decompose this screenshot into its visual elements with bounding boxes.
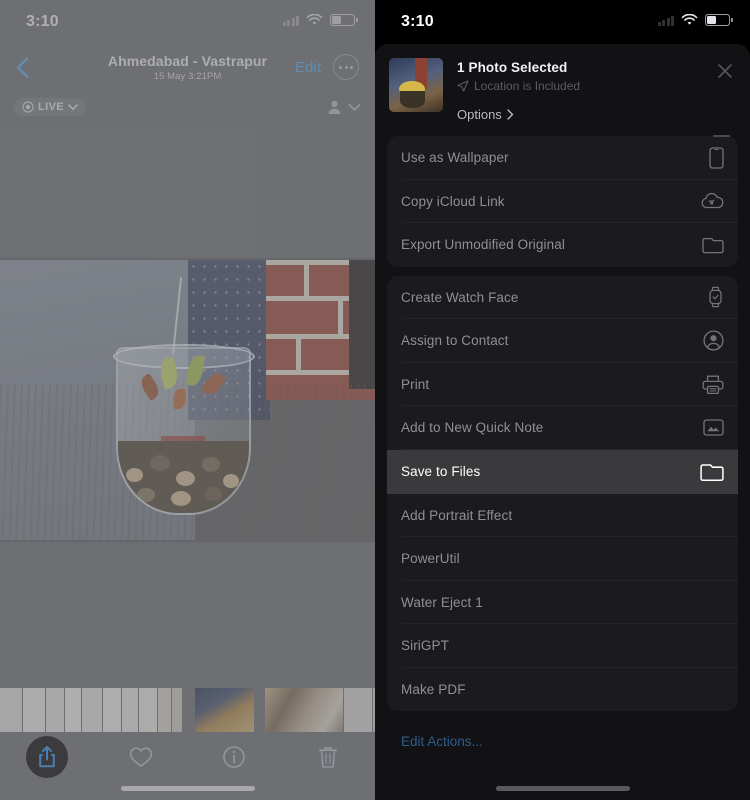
status-bar-time: 3:10 (401, 13, 434, 30)
share-sheet-title: 1 Photo Selected (457, 60, 568, 75)
menu-item-use-as-wallpaper[interactable]: Use as Wallpaper (387, 136, 738, 180)
favorite-button[interactable] (94, 745, 188, 769)
folder-icon (702, 236, 724, 254)
live-label: LIVE (38, 101, 65, 113)
live-photo-bar: LIVE (0, 90, 375, 124)
left-status-bar: 3:10 (0, 0, 375, 44)
dual-screenshot-container: 3:10 Ahmedabad - Vastrapur 15 May 3:21PM… (0, 0, 750, 800)
menu-item-label: Water Eject 1 (401, 594, 483, 610)
battery-icon (705, 14, 733, 26)
trash-icon (319, 746, 338, 768)
icloud-link-icon (700, 192, 724, 210)
menu-item-save-to-files[interactable]: Save to Files (387, 449, 738, 494)
filmstrip-photo-thumb[interactable] (195, 688, 254, 732)
chevron-right-icon (507, 109, 514, 120)
share-icon (39, 746, 55, 768)
edit-button[interactable]: Edit (295, 59, 321, 76)
info-circle-icon (223, 746, 246, 768)
options-label: Options (457, 107, 502, 122)
menu-item-sirigpt[interactable]: SiriGPT (387, 624, 738, 668)
signal-dots-icon (657, 15, 674, 26)
photos-nav-bar: Ahmedabad - Vastrapur 15 May 3:21PM Edit (0, 44, 375, 90)
menu-item-assign-to-contact[interactable]: Assign to Contact (387, 319, 738, 363)
info-button[interactable] (188, 745, 282, 769)
delete-button[interactable] (281, 745, 375, 770)
location-arrow-icon (457, 80, 469, 92)
back-button[interactable] (16, 56, 29, 78)
battery-icon (330, 14, 358, 26)
close-x-icon[interactable] (715, 61, 735, 81)
share-sheet-header: 1 Photo Selected Location is Included Op… (375, 44, 750, 137)
menu-item-label: Make PDF (401, 681, 466, 697)
menu-item-label: Use as Wallpaper (401, 150, 509, 166)
share-button[interactable] (0, 736, 94, 778)
ellipsis-circle-icon[interactable] (333, 54, 359, 80)
live-photo-icon (22, 101, 34, 113)
apple-watch-icon (707, 286, 724, 308)
quick-note-icon (703, 419, 724, 436)
menu-item-label: Save to Files (401, 464, 481, 479)
home-indicator (495, 786, 630, 791)
menu-item-powerutil[interactable]: PowerUtil (387, 537, 738, 581)
iphone-icon (709, 147, 724, 169)
signal-dots-icon (282, 15, 299, 26)
menu-item-label: PowerUtil (401, 551, 460, 567)
action-group-1: Use as Wallpaper Copy iCloud Link Export… (387, 136, 738, 267)
menu-item-copy-icloud-link[interactable]: Copy iCloud Link (387, 180, 738, 223)
action-group-2: Create Watch Face Assign to Contact Prin… (387, 275, 738, 712)
menu-item-water-eject-1[interactable]: Water Eject 1 (387, 581, 738, 624)
left-screen-photos-app: 3:10 Ahmedabad - Vastrapur 15 May 3:21PM… (0, 0, 375, 800)
chevron-down-icon[interactable] (348, 103, 361, 112)
menu-item-label: Copy iCloud Link (401, 193, 505, 209)
photo-filmstrip[interactable] (0, 688, 375, 732)
live-photo-toggle[interactable]: LIVE (14, 98, 87, 116)
menu-item-label: Assign to Contact (401, 333, 509, 349)
menu-item-label: Print (401, 376, 430, 392)
menu-item-label: Create Watch Face (401, 289, 519, 305)
share-sheet-panel: 1 Photo Selected Location is Included Op… (375, 44, 750, 800)
photo-viewer[interactable] (0, 258, 375, 542)
selected-photo-thumbnail[interactable] (389, 58, 443, 112)
photo-toolbar (0, 732, 375, 782)
wifi-icon (681, 14, 698, 26)
folder-icon (700, 462, 724, 482)
menu-item-label: SiriGPT (401, 638, 449, 654)
menu-item-label: Add to New Quick Note (401, 420, 544, 436)
menu-item-export-unmodified-original[interactable]: Export Unmodified Original (387, 223, 738, 267)
succulent-in-glass-jar-photo (0, 260, 375, 540)
contact-person-icon (703, 330, 724, 351)
home-indicator (120, 786, 255, 791)
menu-item-label: Export Unmodified Original (401, 237, 565, 253)
options-button[interactable]: Options (457, 107, 580, 122)
menu-item-label: Add Portrait Effect (401, 507, 513, 523)
menu-item-make-pdf[interactable]: Make PDF (387, 668, 738, 712)
menu-item-print[interactable]: Print (387, 363, 738, 406)
menu-item-add-portrait-effect[interactable]: Add Portrait Effect (387, 494, 738, 537)
chevron-down-icon (68, 103, 78, 110)
menu-item-create-watch-face[interactable]: Create Watch Face (387, 276, 738, 319)
heart-icon (129, 747, 152, 767)
location-included-text: Location is Included (474, 79, 581, 93)
right-screen-share-sheet: 3:10 1 Photo Selected Location is Includ… (375, 0, 750, 800)
status-bar-time: 3:10 (26, 13, 59, 30)
menu-item-add-to-new-quick-note[interactable]: Add to New Quick Note (387, 406, 738, 450)
printer-icon (702, 374, 724, 395)
wifi-icon (306, 14, 323, 26)
right-status-bar: 3:10 (375, 0, 750, 44)
filmstrip-photo-thumb[interactable] (265, 688, 343, 732)
person-icon[interactable] (326, 99, 343, 116)
edit-actions-button[interactable]: Edit Actions... (375, 720, 750, 749)
